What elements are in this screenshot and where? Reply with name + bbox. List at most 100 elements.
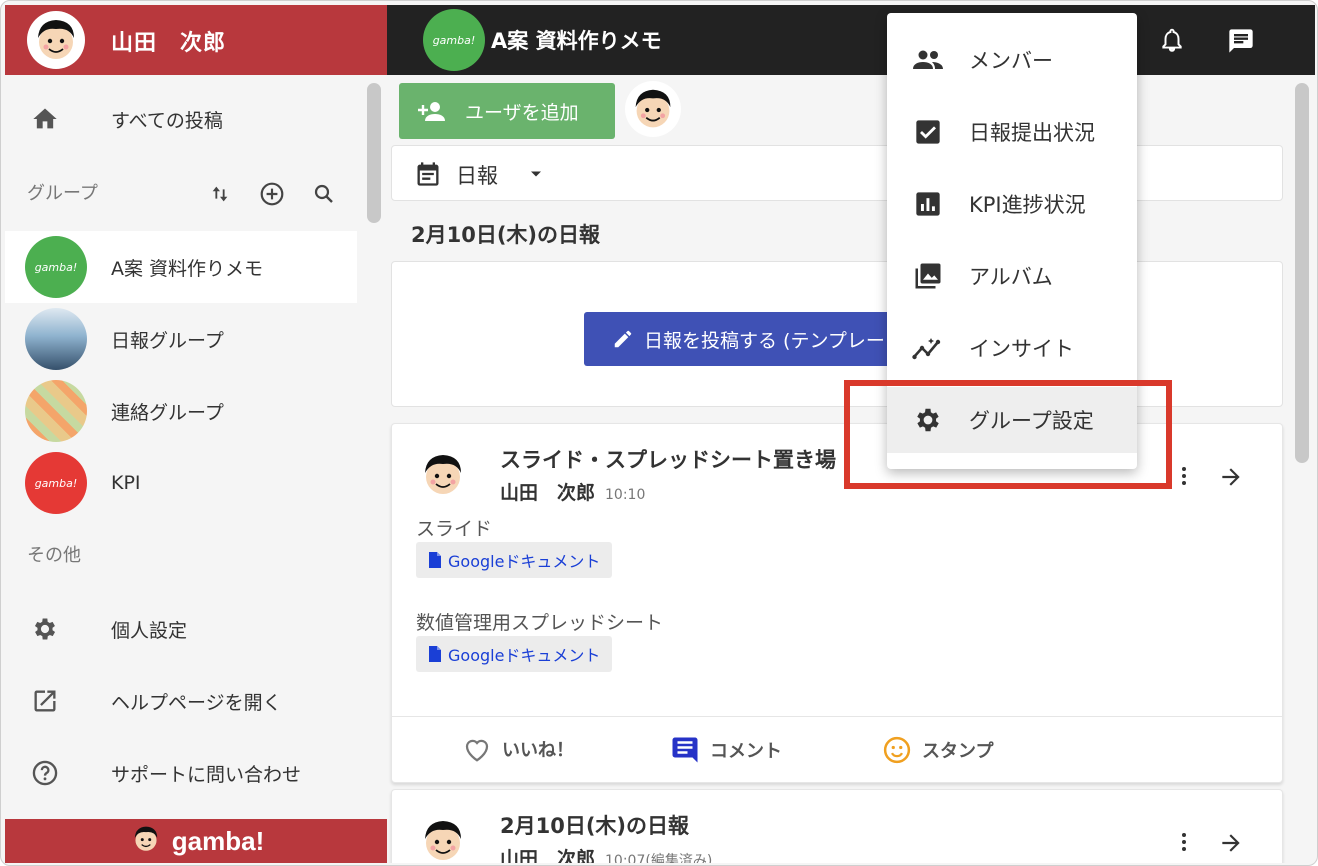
main-scrollbar-thumb[interactable] xyxy=(1295,83,1309,463)
sidebar-item-label: 個人設定 xyxy=(111,619,188,642)
app-window: 山田 次郎 すべての投稿 グループ gamba! A案 資料作りメモ 日報グルー… xyxy=(0,0,1318,866)
section-label: 数値管理用スプレッドシート xyxy=(416,612,664,634)
add-user-button[interactable]: ユーザを追加 xyxy=(399,83,615,139)
more-vert-icon[interactable] xyxy=(1172,830,1196,858)
gamba-logo: gamba! xyxy=(171,825,265,856)
user-avatar[interactable] xyxy=(27,11,85,69)
section-label: スライド xyxy=(416,518,493,540)
selector-value: 日報 xyxy=(456,164,498,188)
member-avatar[interactable] xyxy=(625,81,681,137)
group-tools xyxy=(205,179,339,209)
menu-item-report-status[interactable]: 日報提出状況 xyxy=(887,99,1137,165)
highlight-outline xyxy=(844,380,1172,489)
author-name: 山田 次郎 xyxy=(500,848,596,863)
post-report-button[interactable]: 日報を投稿する (テンプレート) xyxy=(584,312,914,366)
group-avatar: gamba! xyxy=(25,452,87,514)
sidebar-item-kpi[interactable]: gamba! KPI xyxy=(5,447,357,519)
arrow-right-icon[interactable] xyxy=(1218,830,1244,860)
menu-item-label: 日報提出状況 xyxy=(969,121,1095,145)
people-icon xyxy=(911,43,945,77)
post-title[interactable]: スライド・スプレッドシート置き場 xyxy=(500,444,836,474)
sort-icon[interactable] xyxy=(205,179,235,209)
heart-icon xyxy=(462,735,492,763)
group-avatar xyxy=(25,380,87,442)
message-icon[interactable] xyxy=(1227,27,1255,59)
sidebar-item-personal-settings[interactable]: 個人設定 xyxy=(5,593,357,665)
pencil-icon xyxy=(612,328,634,350)
person-add-icon xyxy=(417,99,447,123)
menu-item-label: アルバム xyxy=(969,265,1053,289)
like-button[interactable]: いいね！ xyxy=(462,735,574,763)
sidebar: 山田 次郎 すべての投稿 グループ gamba! A案 資料作りメモ 日報グルー… xyxy=(5,5,387,863)
comment-icon xyxy=(670,735,700,765)
sidebar-scrollbar-thumb[interactable] xyxy=(367,83,381,223)
google-doc-link[interactable]: Googleドキュメント xyxy=(416,636,613,672)
menu-item-label: インサイト xyxy=(969,337,1074,361)
sidebar-item-help-page[interactable]: ヘルプページを開く xyxy=(5,665,357,737)
sidebar-item-label: KPI xyxy=(111,472,141,494)
chevron-down-icon xyxy=(526,164,546,188)
smiley-icon xyxy=(882,735,912,765)
insights-icon xyxy=(911,331,945,365)
menu-item-label: メンバー xyxy=(969,49,1053,73)
post-title[interactable]: 2月10日(木)の日報 xyxy=(500,810,689,840)
sidebar-item-label: サポートに問い合わせ xyxy=(111,763,302,786)
post-report-label: 日報を投稿する (テンプレート) xyxy=(644,329,912,352)
sidebar-item-all-posts[interactable]: すべての投稿 xyxy=(5,83,357,155)
sidebar-footer: gamba! xyxy=(5,819,387,863)
sidebar-item-label: ヘルプページを開く xyxy=(111,691,282,714)
photo-library-icon xyxy=(911,259,945,293)
document-icon xyxy=(428,552,442,568)
menu-item-kpi-progress[interactable]: KPI進捗状況 xyxy=(887,171,1137,237)
sidebar-item-daily-report-group[interactable]: 日報グループ xyxy=(5,303,357,375)
group-avatar: gamba! xyxy=(25,236,87,298)
document-icon xyxy=(428,646,442,662)
bell-icon[interactable] xyxy=(1159,27,1185,57)
more-vert-icon[interactable] xyxy=(1172,464,1196,492)
groups-section-label: グループ xyxy=(27,183,98,204)
doc-link-label: Googleドキュメント xyxy=(448,646,601,665)
comment-button[interactable]: コメント xyxy=(670,735,782,765)
group-title: A案 資料作りメモ xyxy=(491,29,662,53)
doc-link-label: Googleドキュメント xyxy=(448,552,601,571)
day-title: 2月10日(木)の日報 xyxy=(411,223,601,247)
open-external-icon xyxy=(27,683,63,719)
google-doc-link[interactable]: Googleドキュメント xyxy=(416,542,613,578)
post-type-selector[interactable]: 日報 xyxy=(391,145,1283,201)
add-group-icon[interactable] xyxy=(257,179,287,209)
author-avatar[interactable] xyxy=(414,812,472,863)
post-card: 2月10日(木)の日報 山田 次郎 10:07(編集済み) xyxy=(391,789,1283,863)
checkbox-icon xyxy=(911,115,945,149)
home-icon xyxy=(27,101,63,137)
comment-label: コメント xyxy=(710,741,782,762)
sidebar-item-support[interactable]: サポートに問い合わせ xyxy=(5,737,357,809)
post-time: 10:07(編集済み) xyxy=(605,853,713,863)
menu-item-label: KPI進捗状況 xyxy=(969,193,1086,217)
menu-item-members[interactable]: メンバー xyxy=(887,27,1137,93)
sidebar-item-group-a[interactable]: gamba! A案 資料作りメモ xyxy=(5,231,357,303)
sidebar-item-contact-group[interactable]: 連絡グループ xyxy=(5,375,357,447)
like-label: いいね！ xyxy=(502,740,574,761)
add-user-label: ユーザを追加 xyxy=(465,101,579,124)
other-section-label: その他 xyxy=(27,545,81,566)
help-circle-icon xyxy=(27,755,63,791)
post-author: 山田 次郎 10:07(編集済み) xyxy=(500,844,712,863)
gear-icon xyxy=(27,611,63,647)
menu-item-album[interactable]: アルバム xyxy=(887,243,1137,309)
post-time: 10:10 xyxy=(605,487,646,503)
author-avatar[interactable] xyxy=(414,446,472,504)
menu-item-insight[interactable]: インサイト xyxy=(887,315,1137,381)
bar-chart-icon xyxy=(911,187,945,221)
mascot-icon xyxy=(128,821,164,861)
user-name: 山田 次郎 xyxy=(111,31,227,56)
search-icon[interactable] xyxy=(309,179,339,209)
group-avatar xyxy=(25,308,87,370)
stamp-label: スタンプ xyxy=(922,741,994,762)
sidebar-list: すべての投稿 グループ gamba! A案 資料作りメモ 日報グループ 連絡グル… xyxy=(5,75,357,817)
post-author: 山田 次郎 10:10 xyxy=(500,478,645,505)
stamp-button[interactable]: スタンプ xyxy=(882,735,993,765)
sidebar-item-label: すべての投稿 xyxy=(111,109,223,132)
arrow-right-icon[interactable] xyxy=(1218,464,1244,494)
sidebar-header: 山田 次郎 xyxy=(5,5,387,75)
author-name: 山田 次郎 xyxy=(500,482,596,504)
